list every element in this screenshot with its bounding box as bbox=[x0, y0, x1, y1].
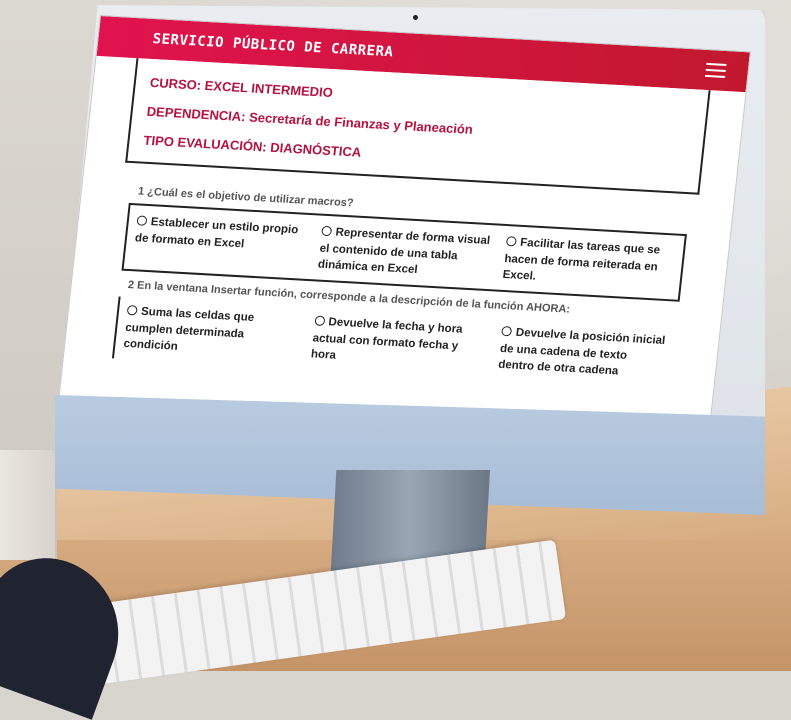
radio-icon[interactable] bbox=[314, 315, 326, 327]
radio-icon[interactable] bbox=[126, 305, 138, 316]
option-2b[interactable]: Devuelve la fecha y hora actual con form… bbox=[310, 314, 481, 373]
option-2a[interactable]: Suma las celdas que cumplen determinada … bbox=[123, 303, 294, 362]
option-1b[interactable]: Representar de forma visual el contenido… bbox=[317, 224, 491, 283]
option-1c[interactable]: Facilitar las tareas que se hacen de for… bbox=[502, 234, 676, 293]
menu-line bbox=[705, 68, 726, 73]
option-label: Establecer un estilo propio de formato e… bbox=[134, 216, 299, 251]
radio-icon[interactable] bbox=[136, 215, 148, 226]
option-label: Suma las celdas que cumplen determinada … bbox=[122, 305, 255, 354]
quiz-section: 1 ¿Cuál es el objetivo de utilizar macro… bbox=[104, 177, 698, 390]
camera-icon bbox=[413, 15, 418, 20]
hamburger-menu-icon[interactable] bbox=[705, 62, 727, 78]
radio-icon[interactable] bbox=[505, 236, 517, 247]
option-label: Facilitar las tareas que se hacen de for… bbox=[502, 236, 661, 284]
menu-line bbox=[706, 62, 727, 67]
option-2c[interactable]: Devuelve la posición inicial de una cade… bbox=[497, 324, 668, 383]
radio-icon[interactable] bbox=[321, 225, 333, 237]
option-1a[interactable]: Establecer un estilo propio de formato e… bbox=[132, 213, 306, 272]
desk-object bbox=[0, 450, 57, 560]
option-label: Devuelve la fecha y hora actual con form… bbox=[310, 316, 464, 363]
menu-line bbox=[705, 74, 726, 78]
app-title: SERVICIO PÚBLICO DE CARRERA bbox=[151, 31, 395, 61]
option-label: Devuelve la posición inicial de una cade… bbox=[497, 326, 666, 378]
radio-icon[interactable] bbox=[501, 325, 513, 337]
option-label: Representar de forma visual el contenido… bbox=[317, 226, 491, 277]
